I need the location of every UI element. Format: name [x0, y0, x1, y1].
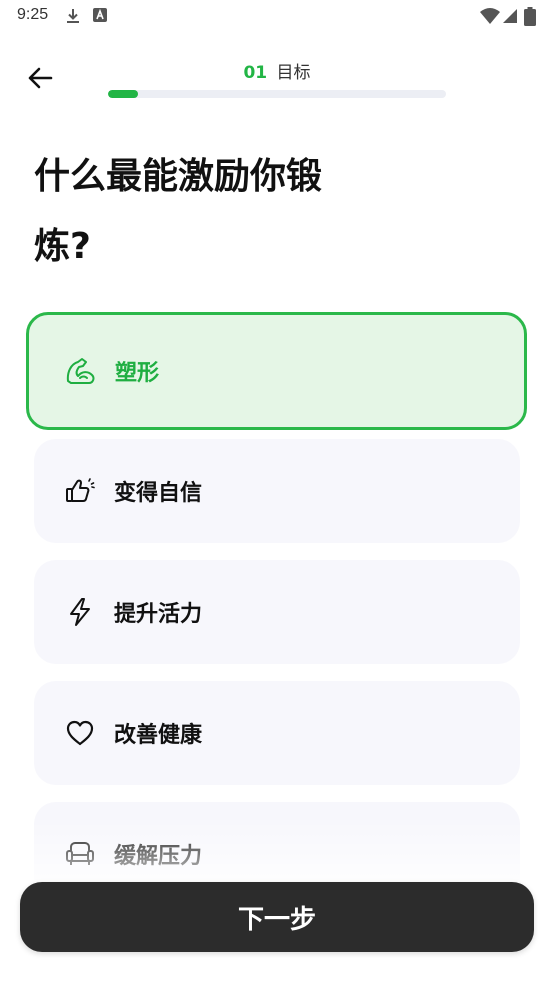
option-shape-body[interactable]: 塑形: [26, 312, 527, 430]
thumbs-up-icon: [64, 475, 96, 507]
option-label: 缓解压力: [114, 844, 203, 869]
option-label: 变得自信: [114, 481, 203, 506]
heart-icon: [64, 717, 96, 749]
option-confidence[interactable]: 变得自信: [34, 439, 520, 543]
flexed-arm-icon: [65, 355, 97, 387]
options-list: 塑形 变得自信 提升活力 改善健康 缓解压力: [0, 0, 554, 880]
option-relieve-stress[interactable]: 缓解压力: [34, 802, 520, 880]
lightning-icon: [64, 596, 96, 628]
next-button[interactable]: 下一步: [20, 882, 534, 952]
option-energy[interactable]: 提升活力: [34, 560, 520, 664]
armchair-icon: [64, 838, 96, 870]
option-label: 塑形: [115, 361, 160, 386]
option-health[interactable]: 改善健康: [34, 681, 520, 785]
option-label: 提升活力: [114, 602, 203, 627]
option-label: 改善健康: [114, 723, 203, 748]
